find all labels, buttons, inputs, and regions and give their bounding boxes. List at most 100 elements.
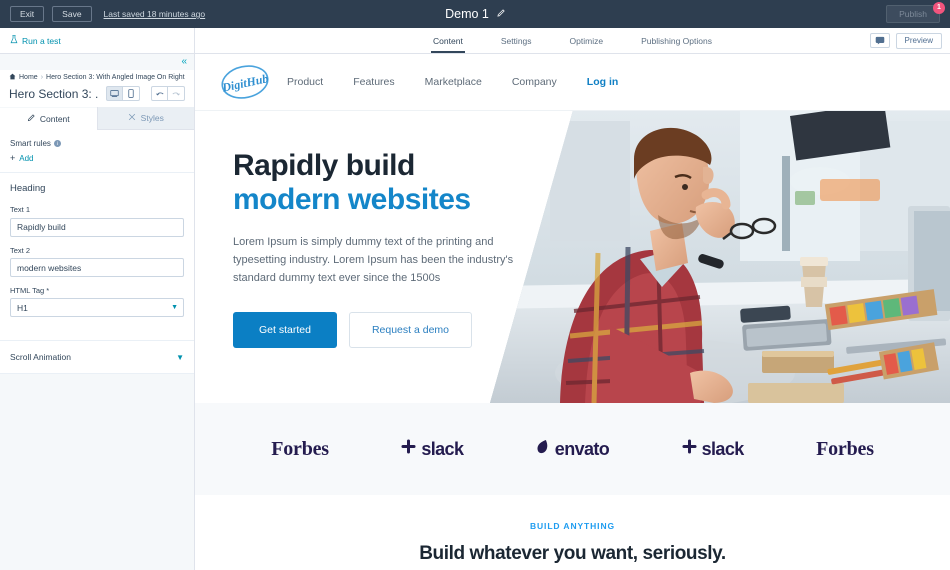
breadcrumb-separator: › [40, 74, 44, 81]
envato-icon [536, 439, 550, 459]
pencil-icon [27, 113, 35, 124]
brand-logo-label: slack [701, 438, 745, 459]
chevron-down-icon: ▼ [171, 304, 178, 311]
smart-rules-label-row: Smart rules i [10, 139, 184, 148]
hero-heading: Rapidly build modern websites [233, 149, 625, 216]
brand-logo-envato: envato [536, 438, 610, 460]
brush-icon [128, 113, 136, 123]
last-saved-status[interactable]: Last saved 18 minutes ago [104, 9, 206, 19]
html-tag-field: HTML Tag * H1 ▼ [10, 286, 184, 317]
nav-link-login[interactable]: Log in [587, 76, 619, 88]
publish-button[interactable]: Publish [886, 4, 940, 24]
mobile-icon[interactable] [123, 86, 140, 101]
undo-icon[interactable] [151, 86, 168, 101]
page-preview-canvas: DigitHub Product Features Marketplace Co… [195, 54, 950, 570]
nav-link-product[interactable]: Product [287, 76, 323, 88]
site-nav-links: Product Features Marketplace Company Log… [287, 76, 618, 88]
nav-link-company[interactable]: Company [512, 76, 557, 88]
pencil-icon[interactable] [496, 5, 505, 23]
editor-topbar: Exit Save Last saved 18 minutes ago Demo… [0, 0, 950, 28]
build-anything-section: BUILD ANYTHING Build whatever you want, … [195, 495, 950, 570]
exit-button[interactable]: Exit [10, 5, 45, 23]
editor-tabs: Content Settings Optimize Publishing Opt… [195, 28, 950, 53]
home-icon [9, 73, 16, 82]
hero-paragraph: Lorem Ipsum is simply dummy text of the … [233, 236, 514, 284]
nav-link-features[interactable]: Features [353, 76, 394, 88]
editor-subbar: Run a test Content Settings Optimize Pub… [0, 28, 950, 54]
breadcrumb: Home › Hero Section 3: With Angled Image… [9, 73, 185, 82]
redo-icon[interactable] [168, 86, 185, 101]
brand-logo-slack: slack [401, 438, 464, 460]
run-a-test-button[interactable]: Run a test [0, 28, 195, 53]
sidebar-collapse-row: « [0, 54, 194, 70]
slack-icon [401, 439, 416, 459]
device-toggle [106, 86, 140, 101]
hero-text-block: Rapidly build modern websites Lorem Ipsu… [195, 111, 625, 348]
hero-heading-line1: Rapidly build [233, 149, 415, 182]
text1-input[interactable] [10, 217, 184, 237]
sidebar-panel-body: Smart rules i + Add Heading Text 1 Text … [0, 130, 194, 570]
brand-logo-slack-2: slack [682, 439, 744, 460]
client-logo-strip: Forbes slack envato slack Forbes [195, 403, 950, 495]
text2-field: Text 2 [10, 245, 184, 277]
scroll-animation-label: Scroll Animation [10, 352, 71, 362]
add-smart-rule-label: Add [19, 153, 34, 163]
breadcrumb-current: Hero Section 3: With Angled Image On Rig… [46, 74, 185, 81]
panel-title-row: Hero Section 3: ... [9, 86, 185, 101]
add-smart-rule-button[interactable]: + Add [10, 153, 184, 163]
collapse-left-icon[interactable]: « [181, 57, 187, 67]
text2-label: Text 2 [10, 245, 31, 255]
slack-icon [682, 439, 697, 459]
request-a-demo-button[interactable]: Request a demo [348, 311, 473, 348]
site-logo[interactable]: DigitHub [219, 63, 271, 101]
sidebar-tab-content[interactable]: Content [0, 108, 97, 130]
section-heading: Build whatever you want, seriously. [419, 543, 726, 564]
section-eyebrow: BUILD ANYTHING [529, 521, 615, 531]
plus-icon: + [10, 153, 16, 163]
notification-badge[interactable]: 1 [933, 1, 945, 14]
text2-input[interactable] [10, 258, 184, 277]
brand-logo-label: envato [554, 438, 610, 459]
info-icon[interactable]: i [53, 140, 61, 147]
chevron-down-icon: ▼ [176, 352, 184, 362]
smart-rules-section: Smart rules i + Add [0, 130, 194, 173]
tab-content[interactable]: Content [431, 28, 465, 53]
html-tag-select[interactable]: H1 [10, 298, 184, 317]
brand-logo-forbes: Forbes [271, 438, 329, 461]
main-area: « Home › Hero Section 3: With Angled Ima… [0, 54, 950, 570]
comment-icon[interactable] [869, 33, 890, 48]
tab-publishing-options[interactable]: Publishing Options [639, 28, 714, 53]
sidebar-tab-content-label: Content [39, 113, 70, 124]
brand-logo-label: Forbes [271, 437, 329, 460]
breadcrumb-home[interactable]: Home [19, 74, 38, 81]
subbar-actions: Preview [869, 28, 942, 53]
history-toggle [151, 86, 185, 101]
scroll-animation-accordion[interactable]: Scroll Animation ▼ [0, 341, 194, 374]
get-started-button[interactable]: Get started [233, 311, 337, 348]
topbar-left-group: Exit Save Last saved 18 minutes ago [0, 5, 206, 23]
editor-sidebar: « Home › Hero Section 3: With Angled Ima… [0, 54, 195, 570]
brand-logo-forbes-2: Forbes [816, 438, 874, 461]
save-button[interactable]: Save [52, 5, 92, 23]
topbar-right-group: Publish 1 [886, 1, 950, 24]
hero-heading-line2: modern websites [233, 182, 471, 216]
tab-optimize[interactable]: Optimize [568, 28, 606, 53]
heading-group-title: Heading [10, 183, 46, 194]
sidebar-tab-styles[interactable]: Styles [96, 107, 194, 129]
brand-logo-label: Forbes [816, 437, 874, 460]
html-tag-select-wrap: H1 ▼ [10, 298, 184, 317]
module-title: Hero Section 3: ... [9, 86, 98, 101]
desktop-icon[interactable] [106, 86, 123, 101]
nav-link-marketplace[interactable]: Marketplace [425, 76, 482, 88]
site-navbar: DigitHub Product Features Marketplace Co… [195, 54, 950, 111]
preview-button[interactable]: Preview [895, 32, 942, 49]
hero-section: Rapidly build modern websites Lorem Ipsu… [195, 111, 950, 403]
page-title: Demo 1 [445, 7, 489, 21]
flask-icon [10, 35, 18, 46]
text1-field: Text 1 [10, 205, 184, 237]
sidebar-header: Home › Hero Section 3: With Angled Image… [0, 70, 194, 107]
brand-logo-label: slack [421, 438, 464, 459]
text1-label: Text 1 [10, 205, 31, 214]
sidebar-tabs: Content Styles [0, 107, 194, 130]
tab-settings[interactable]: Settings [499, 28, 534, 53]
